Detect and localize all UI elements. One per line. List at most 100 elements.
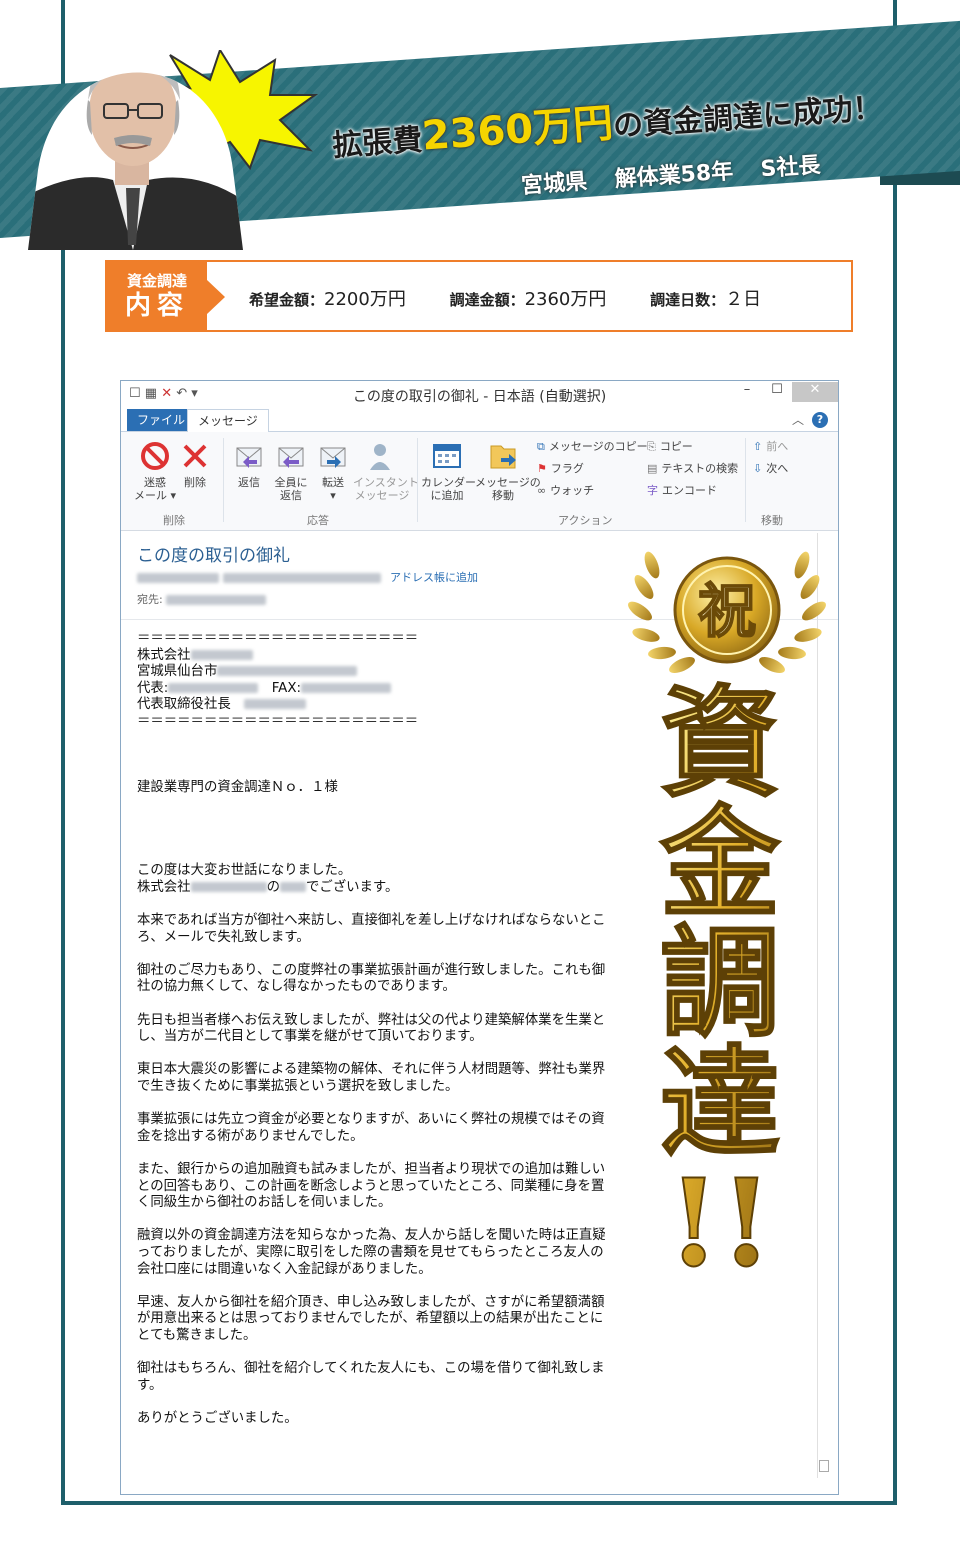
calendar-icon	[433, 444, 461, 468]
signature-phone: 代表: FAX:	[137, 681, 607, 698]
move-message-label: メッセージの 移動	[475, 476, 541, 502]
move-message-button[interactable]: メッセージの 移動	[475, 440, 541, 502]
tab-file[interactable]: ファイル	[127, 409, 196, 431]
email-paragraph: ありがとうございました。	[137, 1410, 298, 1426]
find-text-button[interactable]: ▤ テキストの検索	[647, 460, 738, 476]
close-icon[interactable]: ✕	[792, 382, 838, 402]
email-sender: アドレス帳に追加	[137, 569, 478, 585]
resize-grip-icon[interactable]	[819, 1460, 829, 1472]
email-paragraph: 融資以外の資金調達方法を知らなかった為、友人から話しを聞いた時は正直疑っておりま…	[137, 1228, 606, 1277]
divider	[223, 438, 224, 522]
delete-icon	[183, 444, 207, 468]
divider	[745, 438, 746, 522]
funding-days-value: ２日	[725, 289, 762, 310]
funding-summary-box: 資金調達 内容 希望金額：2200万円 調達金額：2360万円 調達日数：２日	[105, 260, 853, 332]
raised-amount-label: 調達金額：	[449, 291, 525, 309]
watch-button[interactable]: ∞ ウォッチ	[537, 482, 594, 498]
maximize-icon[interactable]: ☐	[762, 382, 792, 402]
tab-message[interactable]: メッセージ	[187, 409, 269, 433]
vertical-title-text: 資金調達!!	[659, 675, 781, 1294]
client-person: S社長	[759, 153, 822, 183]
add-to-address-book-link[interactable]: アドレス帳に追加	[390, 571, 478, 584]
desired-amount-value: 2200万円	[324, 289, 406, 310]
email-paragraph: 本来であれば当方が御社へ来訪し、直接御礼を差し上げなければならないところ、メール…	[137, 913, 606, 945]
copy-message-icon: ⧉	[537, 440, 545, 453]
window-controls: – ☐ ✕	[732, 381, 838, 402]
tag-bottom-label: 内容	[124, 291, 189, 321]
signature-address: 宮城県仙台市	[137, 664, 607, 681]
junk-button[interactable]: 迷惑 メール ▾	[133, 440, 177, 502]
copy-message-button[interactable]: ⧉ メッセージのコピー	[537, 438, 648, 454]
forward-button[interactable]: 転送 ▾	[311, 440, 355, 502]
redacted-sender-address	[222, 573, 381, 583]
reply-all-label: 全員に 返信	[274, 476, 308, 502]
reply-button[interactable]: 返信	[227, 440, 271, 489]
add-calendar-button[interactable]: カレンダー に追加	[421, 440, 476, 502]
redacted-recipient	[166, 595, 267, 605]
email-paragraph: 株式会社のでございます。	[137, 879, 399, 895]
email-paragraph: 東日本大震災の影響による建築物の解体、それに伴う人材問題等、弊社も業界で生き抜く…	[137, 1062, 606, 1095]
redacted-text	[301, 682, 392, 693]
window-title: この度の取引の御礼 - 日本語 (自動選択)	[352, 389, 607, 405]
redacted-text	[217, 666, 358, 677]
ribbon-toolbar: 迷惑 メール ▾ 削除 削除 返信 全員に 返信 転送 ▾ インスタント メッセ…	[121, 432, 838, 531]
encode-button[interactable]: 字エンコード	[647, 482, 717, 498]
window-titlebar: ☐ ▦ ✕ ↶ ▾ この度の取引の御礼 - 日本語 (自動選択) – ☐ ✕	[121, 381, 838, 409]
celebration-medal: 祝	[628, 551, 826, 674]
next-button[interactable]: ⇩ 次へ	[753, 460, 788, 476]
signature-company: 株式会社	[137, 648, 607, 665]
glasses-icon: ∞	[537, 484, 547, 497]
copy-button[interactable]: ⎘ コピー	[647, 438, 693, 454]
document-icon: ▤	[647, 462, 658, 475]
email-paragraph: 先日も担当者様へお伝え致しましたが、弊社は父の代より建築解体業を生業とし、当方が…	[137, 1012, 606, 1045]
previous-button[interactable]: ⇧ 前へ	[753, 438, 788, 454]
vertical-title-char: !!	[667, 1153, 772, 1294]
raised-amount-value: 2360万円	[524, 289, 607, 310]
redacted-text	[168, 682, 259, 693]
reply-icon	[236, 447, 262, 468]
client-region: 宮城県	[520, 169, 589, 199]
junk-icon	[141, 442, 169, 470]
redacted-text	[244, 699, 307, 710]
group-reply-label: 応答	[307, 514, 329, 527]
group-action-label: アクション	[558, 514, 613, 527]
group-delete-label: 削除	[163, 514, 185, 527]
headline-prefix: 拡張費	[331, 122, 424, 164]
email-paragraph: 事業拡張には先立つ資金が必要となりますが、あいにく弊社の規模ではその資金を捻出す…	[137, 1112, 605, 1144]
email-subject: この度の取引の御礼	[137, 546, 290, 566]
email-paragraph: 早速、友人から御社を紹介頂き、申し込み致しましたが、さすがに希望額満額が用意出来…	[137, 1294, 605, 1343]
minimize-icon[interactable]: –	[732, 382, 762, 402]
email-paragraph: この度は大変お世話になりました。	[137, 863, 352, 879]
redacted-text	[190, 881, 267, 892]
email-body: ＝＝＝＝＝＝＝＝＝＝＝＝＝＝＝＝＝＝＝＝＝ 株式会社 宮城県仙台市 代表: FA…	[137, 631, 607, 1428]
funding-summary-tag: 資金調達 内容	[107, 262, 225, 332]
help-icon[interactable]: ?	[812, 412, 828, 428]
flag-button[interactable]: ⚑ フラグ	[537, 460, 584, 476]
vertical-gold-title: 資金調達!!	[658, 675, 782, 1295]
email-paragraph: 御社のご尽力もあり、この度弊社の事業拡張計画が進行致しました。これも御社の協力無…	[137, 962, 606, 995]
copy-icon: ⎘	[647, 440, 656, 453]
delete-button[interactable]: 削除	[173, 440, 217, 489]
delete-label: 削除	[184, 476, 206, 489]
to-label: 宛先:	[137, 593, 163, 606]
collapse-ribbon-icon[interactable]: ︿	[792, 411, 804, 428]
reply-all-icon	[278, 447, 304, 468]
redacted-text	[279, 881, 306, 892]
email-paragraph: 御社はもちろん、御社を紹介してくれた友人にも、この場を借りて御礼致します。	[137, 1361, 605, 1393]
redacted-sender-name	[137, 573, 219, 583]
im-label: インスタント メッセージ	[353, 476, 419, 502]
tag-top-label: 資金調達	[126, 272, 187, 290]
reply-all-button[interactable]: 全員に 返信	[269, 440, 313, 502]
junk-label: 迷惑 メール ▾	[133, 476, 177, 502]
signature-rule: ＝＝＝＝＝＝＝＝＝＝＝＝＝＝＝＝＝＝＝＝＝	[137, 713, 419, 729]
forward-icon	[320, 447, 346, 468]
medal-character: 祝	[698, 577, 756, 645]
redacted-text	[190, 649, 253, 660]
arrow-up-icon: ⇧	[753, 440, 763, 453]
desired-amount: 希望金額：2200万円	[249, 289, 406, 310]
signature-ceo: 代表取締役社長	[137, 697, 607, 714]
person-icon	[370, 444, 390, 470]
folder-move-icon	[490, 445, 516, 469]
im-button[interactable]: インスタント メッセージ	[353, 440, 419, 502]
encode-icon: 字	[647, 484, 658, 497]
